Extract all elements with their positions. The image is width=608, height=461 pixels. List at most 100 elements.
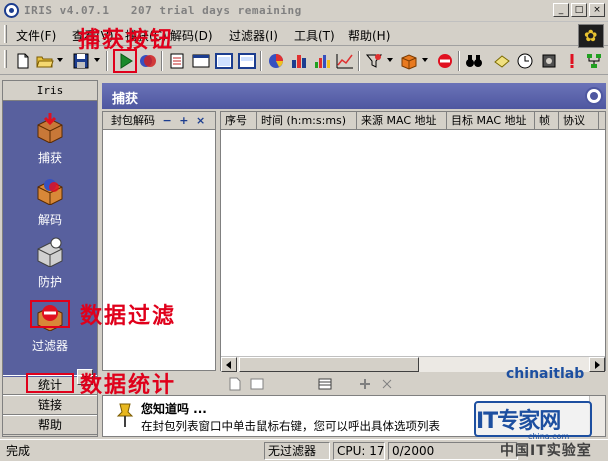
main-panel: 捕获 封包解码 − + × 序号 时间 (h:m:s:ms) 来源 MAC 地址 目标…: [102, 83, 606, 439]
line-chart-icon[interactable]: [336, 52, 354, 70]
scroll-left-button[interactable]: [221, 357, 237, 372]
list-icon[interactable]: [250, 377, 264, 391]
tip-scrollbar[interactable]: [589, 396, 605, 436]
expand-button[interactable]: +: [179, 114, 188, 127]
menu-file[interactable]: 文件(F): [16, 27, 56, 44]
capture-button-note: 捕获按钮: [78, 27, 175, 53]
packet-list-header: 序号 时间 (h:m:s:ms) 来源 MAC 地址 目标 MAC 地址帧协议: [221, 112, 605, 130]
save-dropdown-arrow[interactable]: [94, 58, 100, 62]
clock-icon[interactable]: [516, 52, 534, 70]
window-title: IRIS v4.07.1 207 trial days remaining: [24, 4, 302, 17]
nav-item-decode[interactable]: 解码: [3, 171, 97, 231]
filter-highlight: [30, 300, 70, 328]
network-icon[interactable]: [585, 52, 603, 70]
page-icon[interactable]: [228, 377, 242, 391]
cpu-status: CPU: 17%: [333, 442, 385, 460]
grid-icon[interactable]: [318, 377, 332, 391]
block-icon[interactable]: [436, 52, 454, 70]
panel-title: 捕获: [112, 92, 139, 107]
maximize-button[interactable]: □: [571, 3, 587, 17]
tip-body: 在封包列表窗口中单击鼠标右键，您可以呼出具体选项列表: [141, 419, 440, 433]
save-icon[interactable]: [72, 52, 90, 70]
collapse-button[interactable]: −: [163, 114, 172, 127]
stats-highlight: [26, 373, 74, 393]
iris-app-icon[interactable]: [4, 3, 19, 18]
tip-title: 您知道吗 ...: [141, 402, 207, 416]
nav-button-help[interactable]: 帮助: [3, 415, 97, 435]
decode-pane-title: 封包解码: [111, 114, 155, 127]
minimize-button[interactable]: _: [553, 3, 569, 17]
packet-decode-pane: 封包解码 − + ×: [102, 111, 216, 371]
view-2-icon[interactable]: [215, 52, 233, 70]
column-src-mac[interactable]: 来源 MAC 地址: [357, 112, 447, 129]
settings-icon[interactable]: [540, 52, 558, 70]
nav-header: Iris: [3, 81, 97, 101]
view-3-icon[interactable]: [238, 52, 256, 70]
box-dropdown-arrow[interactable]: [422, 58, 428, 62]
column-time[interactable]: 时间 (h:m:s:ms): [257, 112, 357, 129]
nav-panel: 捕获 解码 防护 过滤器: [3, 101, 97, 385]
toolbar-separator: [106, 51, 108, 71]
new-file-icon[interactable]: [14, 52, 32, 70]
scrollbar-thumb[interactable]: [239, 357, 419, 372]
close-button[interactable]: ×: [589, 3, 605, 17]
decode-pane-header: 封包解码 − + ×: [103, 112, 215, 130]
horizontal-scrollbar[interactable]: [221, 356, 605, 372]
nav-item-label: 解码: [37, 213, 62, 227]
nav-item-protect[interactable]: 防护: [3, 233, 97, 293]
close-pane-button[interactable]: ×: [196, 114, 205, 127]
menubar-grip: [4, 25, 7, 43]
column-chart-icon[interactable]: [313, 52, 331, 70]
nav-item-label: 过滤器: [31, 339, 68, 353]
menu-help[interactable]: 帮助(H): [348, 27, 390, 44]
sort-icon[interactable]: [380, 377, 394, 391]
nav-item-label: 防护: [37, 275, 62, 289]
nav-item-label: 捕获: [37, 151, 62, 165]
packet-list: 序号 时间 (h:m:s:ms) 来源 MAC 地址 目标 MAC 地址帧协议: [220, 111, 606, 372]
packet-count-status: 0/2000: [388, 442, 518, 460]
toolbar-separator: [358, 51, 360, 71]
filter-dropdown-arrow[interactable]: [387, 58, 393, 62]
app-logo: [578, 24, 604, 48]
binoculars-icon[interactable]: [465, 52, 483, 70]
nav-item-capture[interactable]: 捕获: [3, 109, 97, 169]
stop-icon[interactable]: [139, 52, 157, 70]
title-bar: IRIS v4.07.1 207 trial days remaining _ …: [0, 0, 608, 22]
decode-icon[interactable]: [168, 52, 186, 70]
menu-filter[interactable]: 过滤器(I): [229, 27, 278, 44]
shield-icon: [37, 237, 63, 267]
app-window: IRIS v4.07.1 207 trial days remaining _ …: [0, 0, 608, 461]
decode-icon: [37, 179, 63, 205]
add-icon[interactable]: [358, 377, 372, 391]
menu-tools[interactable]: 工具(T): [294, 27, 335, 44]
open-dropdown-arrow[interactable]: [57, 58, 63, 62]
pushpin-icon: [116, 403, 134, 427]
column-seq[interactable]: 序号: [221, 112, 257, 129]
column-protocol[interactable]: 协议: [559, 112, 599, 129]
open-folder-icon[interactable]: [36, 52, 54, 70]
bar-chart-icon[interactable]: [290, 52, 308, 70]
view-1-icon[interactable]: [192, 52, 210, 70]
menu-decode[interactable]: 解码(D): [170, 27, 213, 44]
eraser-icon[interactable]: [493, 52, 511, 70]
column-frame[interactable]: 帧: [535, 112, 559, 129]
alert-icon[interactable]: [563, 52, 581, 70]
box-icon[interactable]: [400, 52, 418, 70]
packet-mini-toolbar: [220, 377, 606, 393]
capture-icon: [37, 113, 63, 143]
panel-options-icon[interactable]: [585, 87, 603, 105]
toolbar-grip: [4, 50, 7, 68]
toolbar-separator: [458, 51, 460, 71]
capture-panel-header: 捕获: [102, 83, 606, 109]
stats-note: 数据统计: [80, 372, 177, 398]
filter-icon[interactable]: [365, 52, 383, 70]
scroll-right-button[interactable]: [589, 357, 605, 372]
toolbar-separator: [161, 51, 163, 71]
did-you-know-tip: 您知道吗 ... 在封包列表窗口中单击鼠标右键，您可以呼出具体选项列表: [102, 395, 606, 437]
pie-chart-icon[interactable]: [267, 52, 285, 70]
status-text: 完成: [6, 444, 31, 458]
toolbar-separator: [260, 51, 262, 71]
column-dst-mac[interactable]: 目标 MAC 地址: [447, 112, 535, 129]
status-bar: 完成 无过滤器 CPU: 17% 0/2000: [0, 439, 608, 461]
filter-note: 数据过滤: [80, 303, 177, 329]
